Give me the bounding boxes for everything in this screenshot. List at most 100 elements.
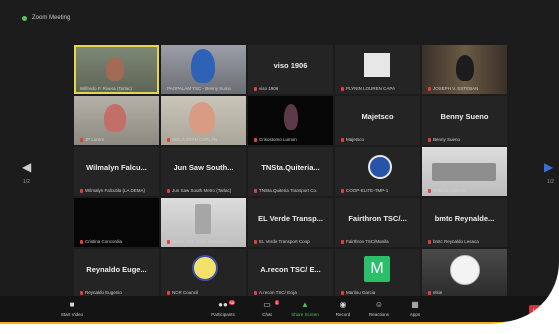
participant-tile[interactable]: Jun Saw South... Jun Saw South Metro (Ta… — [161, 147, 246, 196]
muted-mic-icon — [254, 137, 257, 142]
record-label: Record — [335, 312, 351, 317]
share-screen-icon: ▲ — [301, 300, 309, 309]
participant-tile[interactable]: M Marilou Garcia — [335, 249, 420, 298]
muted-mic-icon — [341, 188, 344, 193]
participant-name: Benny Sueno — [440, 112, 489, 121]
muted-mic-icon — [167, 188, 170, 193]
muted-mic-icon — [341, 290, 344, 295]
apps-label: Apps — [409, 312, 421, 317]
participant-tile[interactable]: Wilfredo P. Rivera (Tarlac) — [74, 45, 159, 94]
participant-tile[interactable]: Reynaldo Euge... Reynaldo Eugenio — [74, 249, 159, 298]
participant-caption: Benny Sueno — [428, 137, 460, 142]
participant-tile[interactable]: PAOPALAM TSC - Benny Sumo — [161, 45, 246, 94]
muted-mic-icon — [428, 290, 431, 295]
gallery-grid: Wilfredo P. Rivera (Tarlac) PAOPALAM TSC… — [74, 45, 559, 298]
participant-tile[interactable]: Rolando Iglesias — [422, 147, 507, 196]
record-button[interactable]: ◉ Record — [323, 300, 363, 317]
participant-tile[interactable]: A.recon TSC/ E... A.recon TSC/ Ecija — [248, 249, 333, 298]
record-icon: ◉ — [339, 300, 347, 309]
participant-caption: NCR Council — [167, 290, 198, 295]
participant-name: EL Verde Transp... — [258, 214, 323, 223]
share-screen-button[interactable]: ▲ Share Screen — [285, 300, 325, 317]
participants-count: 58 — [228, 300, 235, 305]
muted-mic-icon — [254, 188, 257, 193]
participant-caption: bmtc Reynaldo Lesaca — [428, 239, 479, 244]
participant-caption: Majetsco — [341, 137, 364, 142]
reactions-button[interactable]: ☺ Reactions — [359, 300, 399, 317]
coop-logo — [368, 155, 392, 179]
muted-mic-icon — [341, 239, 344, 244]
participant-tile[interactable]: Majetsco Majetsco — [335, 96, 420, 145]
muted-mic-icon — [254, 239, 257, 244]
titlebar: Zoom Meeting — [22, 11, 70, 25]
participant-name: Reynaldo Euge... — [86, 265, 147, 274]
smiley-icon: ☺ — [374, 300, 384, 309]
zoom-window: Zoom Meeting ◀ 1/2 ▶ 1/2 Wilfredo P. Riv… — [0, 0, 559, 322]
chat-badge: 1 — [274, 300, 279, 305]
participant-name: Fairthron TSC/... — [348, 214, 407, 223]
participant-caption: PAOPALAM TSC - Benny Sumo — [167, 86, 232, 91]
chat-button[interactable]: ▭ Chat 1 — [247, 300, 287, 317]
participant-name: Jun Saw South... — [173, 163, 234, 172]
participant-name: A.recon TSC/ E... — [260, 265, 321, 274]
participant-tile[interactable]: Xavier TSC Ruby Melendres — [161, 198, 246, 247]
participant-caption: ISELA TRAN CAPLAN — [167, 137, 217, 142]
video-camera-icon: ■ — [69, 300, 75, 309]
participant-tile[interactable]: Wilmalyn Falcu... Wilmalyn Falcutila (LA… — [74, 147, 159, 196]
participant-tile[interactable]: bmtc Reynalde... bmtc Reynaldo Lesaca — [422, 198, 507, 247]
participant-caption: Crisostomo Lumon — [254, 137, 297, 142]
profile-photo — [364, 53, 390, 77]
participant-caption: A.recon TSC/ Ecija — [254, 290, 297, 295]
start-video-label: Start Video — [60, 312, 84, 317]
participant-caption: JP Lorem — [80, 137, 104, 142]
avatar: M — [364, 256, 390, 282]
muted-mic-icon — [167, 137, 170, 142]
participant-tile[interactable]: Crisostomo Lumon — [248, 96, 333, 145]
participant-tile[interactable]: ISELA TRAN CAPLAN — [161, 96, 246, 145]
participant-caption: elsie — [428, 290, 442, 295]
participant-tile[interactable]: JP Lorem — [74, 96, 159, 145]
muted-mic-icon — [254, 290, 257, 295]
participant-tile[interactable]: Cristina Concordia — [74, 198, 159, 247]
participant-tile[interactable]: EL Verde Transp... EL Verde Transport Co… — [248, 198, 333, 247]
muted-mic-icon — [80, 188, 83, 193]
participant-caption: Marilou Garcia — [341, 290, 375, 295]
muted-mic-icon — [428, 188, 431, 193]
prev-page-number: 1/2 — [23, 179, 30, 185]
muted-mic-icon — [80, 137, 83, 142]
start-video-button[interactable]: ■ Start Video — [52, 300, 92, 317]
participant-name: viso 1906 — [273, 61, 308, 70]
participants-icon: ●● — [218, 300, 228, 309]
participant-tile[interactable]: JOSEPH V. ESTEBAN — [422, 45, 507, 94]
participant-caption: Rolando Iglesias — [428, 188, 466, 193]
muted-mic-icon — [80, 290, 83, 295]
participant-caption: COOP-ELITE-TMP-1 — [341, 188, 388, 193]
muted-mic-icon — [167, 239, 170, 244]
participant-tile[interactable]: viso 1906 viso 1906 — [248, 45, 333, 94]
participant-caption: EL Verde Transport Coop — [254, 239, 310, 244]
participant-tile[interactable]: TNSta.Quiteria... TNSta.Quiteria Transpo… — [248, 147, 333, 196]
participant-caption: Fairthron TSC/Manila — [341, 239, 389, 244]
window-title: Zoom Meeting — [32, 15, 71, 21]
muted-mic-icon — [80, 239, 83, 244]
participant-caption: Xavier TSC Ruby Melendres — [167, 239, 229, 244]
participant-tile[interactable]: Benny Sueno Benny Sueno — [422, 96, 507, 145]
reactions-label: Reactions — [368, 312, 389, 317]
participant-caption: TNSta.Quiteria Transport Co. — [254, 188, 317, 193]
chat-bubble-icon: ▭ — [263, 300, 271, 309]
muted-mic-icon — [428, 137, 431, 142]
muted-mic-icon — [428, 86, 431, 91]
window-dot-icon[interactable] — [22, 15, 27, 21]
participant-tile[interactable]: PLYNIN LOUREN CAPA — [335, 45, 420, 94]
participant-caption: Reynaldo Eugenio — [80, 290, 122, 295]
participant-tile[interactable]: Fairthron TSC/... Fairthron TSC/Manila — [335, 198, 420, 247]
leave-button[interactable]: Leave — [529, 305, 549, 314]
muted-mic-icon — [341, 137, 344, 142]
participant-tile[interactable]: COOP-ELITE-TMP-1 — [335, 147, 420, 196]
participants-button[interactable]: ●● Participants 58 — [203, 300, 243, 317]
participant-tile[interactable]: NCR Council — [161, 249, 246, 298]
prev-page-arrow-icon[interactable]: ◀ — [22, 160, 31, 174]
chat-label: Chat — [262, 312, 272, 317]
apps-button[interactable]: ▦ Apps — [395, 300, 435, 317]
participant-tile[interactable]: elsie — [422, 249, 507, 298]
